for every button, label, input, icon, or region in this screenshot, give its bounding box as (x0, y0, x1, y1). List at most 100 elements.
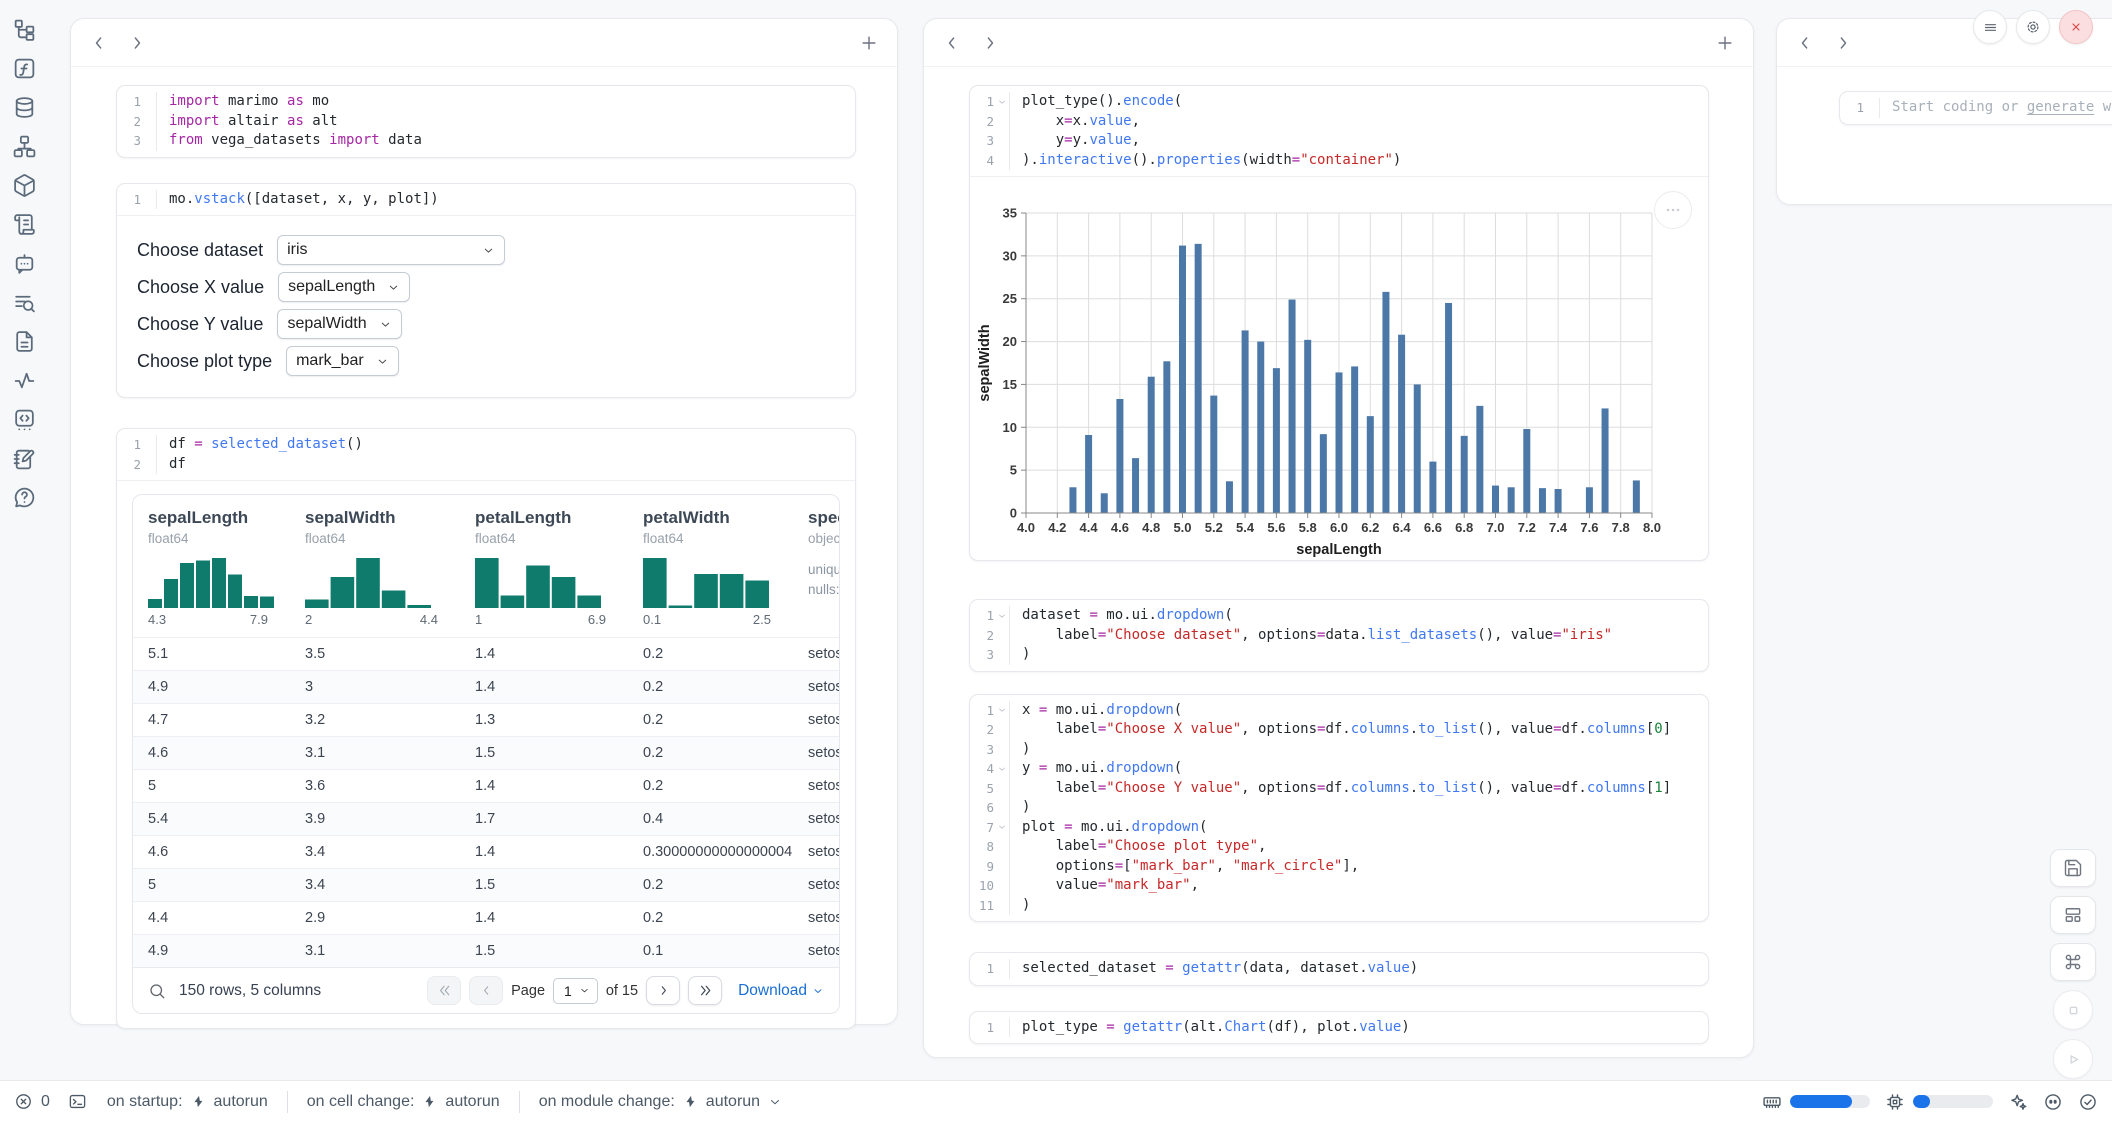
tracing-icon[interactable] (11, 367, 37, 393)
table-row[interactable]: 4.93.11.50.1setosa (133, 934, 839, 967)
fold-indicator-icon[interactable] (994, 92, 1009, 112)
run-all-button[interactable] (2053, 1039, 2093, 1079)
collapse-column-right-icon[interactable] (1833, 33, 1853, 53)
code-line[interactable]: 1df = selected_dataset() (117, 435, 855, 455)
code-editor[interactable]: 1selected_dataset = getattr(data, datase… (970, 953, 1708, 985)
terminal-button[interactable] (68, 1092, 87, 1111)
code-line[interactable]: 5 label="Choose Y value", options=df.col… (970, 779, 1708, 799)
table-row[interactable]: 4.42.91.40.2setosa (133, 901, 839, 934)
code-editor[interactable]: 1plot_type = getattr(alt.Chart(df), plot… (970, 1012, 1708, 1044)
choose-dataset-select[interactable]: iris (277, 235, 505, 265)
table-row[interactable]: 4.73.21.30.2setosa (133, 703, 839, 736)
table-row[interactable]: 53.41.50.2setosa (133, 868, 839, 901)
collapse-column-left-icon[interactable] (89, 33, 109, 53)
code-line[interactable]: 3) (970, 740, 1708, 760)
help-icon[interactable] (11, 484, 37, 510)
file-tree-icon[interactable] (11, 16, 37, 42)
code-line[interactable]: 2df (117, 455, 855, 475)
error-indicator[interactable]: 0 (14, 1092, 50, 1111)
column-histogram[interactable] (475, 556, 628, 608)
table-row[interactable]: 5.13.51.40.2setosa (133, 637, 839, 670)
column-histogram[interactable] (643, 556, 793, 608)
prev-page-button[interactable] (469, 976, 503, 1005)
code-editor[interactable]: 1df = selected_dataset()2df (117, 429, 855, 480)
add-cell-button[interactable] (859, 33, 879, 53)
table-column-header[interactable]: petalWidthfloat640.12.5 (628, 508, 793, 637)
first-page-button[interactable] (427, 976, 461, 1005)
copilot-button[interactable] (2043, 1092, 2063, 1112)
collapse-column-left-icon[interactable] (942, 33, 962, 53)
table-row[interactable]: 53.61.40.2setosa (133, 769, 839, 802)
code-editor[interactable]: 1import marimo as mo2import altair as al… (117, 86, 855, 157)
documentation-icon[interactable] (11, 328, 37, 354)
code-line[interactable]: 1Start coding or generate with (1840, 98, 2112, 118)
code-line[interactable]: 4).interactive().properties(width="conta… (970, 151, 1708, 171)
column-histogram[interactable] (305, 556, 460, 608)
database-icon[interactable] (11, 94, 37, 120)
fold-indicator-icon[interactable] (994, 759, 1009, 779)
shutdown-button[interactable] (2059, 10, 2093, 44)
layout-toggle-button[interactable] (2050, 896, 2096, 934)
command-palette-button[interactable] (2050, 943, 2096, 981)
code-line[interactable]: 3from vega_datasets import data (117, 131, 855, 151)
table-column-header[interactable]: sepalLengthfloat644.37.9 (133, 508, 290, 637)
column-histogram[interactable] (148, 556, 290, 608)
bar-chart[interactable]: 4.04.24.44.64.85.05.25.45.65.86.06.26.46… (976, 189, 1708, 561)
code-line[interactable]: 11) (970, 896, 1708, 916)
code-line[interactable]: 8 label="Choose plot type", (970, 837, 1708, 857)
collapse-column-right-icon[interactable] (980, 33, 1000, 53)
code-line[interactable]: 2 label="Choose dataset", options=data.l… (970, 626, 1708, 646)
menu-button[interactable] (1973, 10, 2007, 44)
code-line[interactable]: 3) (970, 645, 1708, 665)
code-line[interactable]: 3 y=y.value, (970, 131, 1708, 151)
code-line[interactable]: 2 label="Choose X value", options=df.col… (970, 720, 1708, 740)
fold-indicator-icon[interactable] (994, 818, 1009, 838)
code-line[interactable]: 1x = mo.ui.dropdown( (970, 701, 1708, 721)
add-cell-button[interactable] (1715, 33, 1735, 53)
code-line[interactable]: 2 x=x.value, (970, 112, 1708, 132)
dependency-graph-icon[interactable] (11, 133, 37, 159)
ai-assist-button[interactable] (2008, 1092, 2028, 1112)
download-button[interactable]: Download (738, 982, 824, 1000)
fold-indicator-icon[interactable] (994, 701, 1009, 721)
table-row[interactable]: 5.43.91.70.4setosa (133, 802, 839, 835)
code-line[interactable]: 1plot_type().encode( (970, 92, 1708, 112)
settings-button[interactable] (2016, 10, 2050, 44)
code-line[interactable]: 7plot = mo.ui.dropdown( (970, 818, 1708, 838)
package-icon[interactable] (11, 172, 37, 198)
code-editor-placeholder[interactable]: 1Start coding or generate with (1840, 92, 2112, 124)
table-row[interactable]: 4.63.41.40.30000000000000004setosa (133, 835, 839, 868)
code-editor[interactable]: 1mo.vstack([dataset, x, y, plot]) (117, 184, 855, 216)
code-line[interactable]: 1dataset = mo.ui.dropdown( (970, 606, 1708, 626)
on-cell-change-setting[interactable]: on cell change: autorun (307, 1093, 500, 1111)
table-column-header[interactable]: sepalWidthfloat6424.4 (290, 508, 460, 637)
code-line[interactable]: 6) (970, 798, 1708, 818)
snippets-icon[interactable] (11, 406, 37, 432)
code-line[interactable]: 1plot_type = getattr(alt.Chart(df), plot… (970, 1018, 1708, 1038)
logs-scroll-icon[interactable] (11, 211, 37, 237)
chart-options-button[interactable] (1654, 191, 1692, 229)
fold-indicator-icon[interactable] (994, 606, 1009, 626)
choose-y-value-select[interactable]: sepalWidth (277, 309, 401, 339)
find-replace-icon[interactable] (11, 289, 37, 315)
search-icon[interactable] (148, 982, 166, 1000)
on-startup-setting[interactable]: on startup: autorun (107, 1093, 268, 1111)
on-module-change-setting[interactable]: on module change: autorun (539, 1093, 782, 1111)
connection-status[interactable] (2078, 1092, 2098, 1112)
stop-kernel-button[interactable] (2053, 990, 2093, 1030)
table-column-header[interactable]: speciesobjectunique:nulls: (793, 508, 839, 637)
collapse-column-right-icon[interactable] (127, 33, 147, 53)
table-row[interactable]: 4.931.40.2setosa (133, 670, 839, 703)
scratchpad-icon[interactable] (11, 445, 37, 471)
page-select[interactable]: 1 (553, 978, 598, 1004)
last-page-button[interactable] (688, 976, 722, 1005)
code-line[interactable]: 10 value="mark_bar", (970, 876, 1708, 896)
code-editor[interactable]: 1plot_type().encode(2 x=x.value,3 y=y.va… (970, 86, 1708, 176)
code-line[interactable]: 1mo.vstack([dataset, x, y, plot]) (117, 190, 855, 210)
collapse-column-left-icon[interactable] (1795, 33, 1815, 53)
table-row[interactable]: 4.63.11.50.2setosa (133, 736, 839, 769)
code-line[interactable]: 1import marimo as mo (117, 92, 855, 112)
save-button[interactable] (2050, 849, 2096, 887)
function-square-icon[interactable] (11, 55, 37, 81)
next-page-button[interactable] (646, 976, 680, 1005)
